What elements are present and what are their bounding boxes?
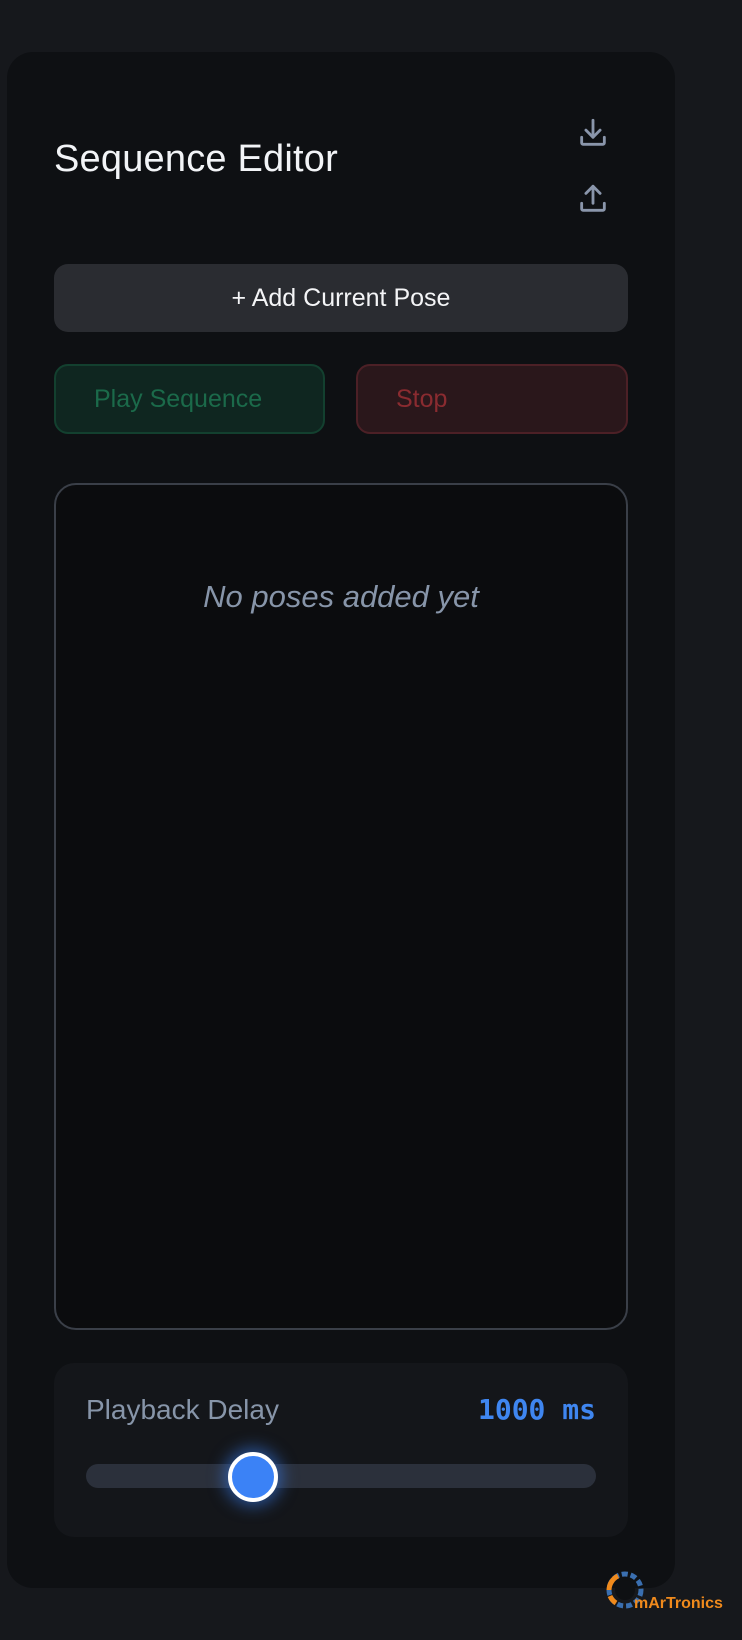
pose-list: No poses added yet xyxy=(54,483,628,1330)
sequence-editor-panel: Sequence Editor + Add Current Pose Play … xyxy=(7,52,675,1588)
playback-delay-slider-thumb[interactable] xyxy=(228,1452,279,1502)
brand-logo: mArTronics xyxy=(600,1565,740,1625)
playback-delay-slider-track[interactable] xyxy=(86,1464,596,1488)
add-current-pose-button[interactable]: + Add Current Pose xyxy=(54,264,628,332)
empty-pose-message: No poses added yet xyxy=(203,579,479,614)
playback-delay-card: Playback Delay 1000 ms xyxy=(54,1363,628,1537)
brand-name: mArTronics xyxy=(634,1595,723,1612)
upload-icon xyxy=(580,184,606,212)
stop-button[interactable]: Stop xyxy=(356,364,628,434)
playback-delay-value: 1000 ms xyxy=(477,1393,596,1426)
download-button[interactable] xyxy=(569,109,617,157)
playback-delay-label: Playback Delay xyxy=(86,1394,279,1425)
upload-button[interactable] xyxy=(569,175,617,223)
download-icon xyxy=(580,118,606,146)
panel-title: Sequence Editor xyxy=(54,138,338,180)
play-sequence-button[interactable]: Play Sequence xyxy=(54,364,325,434)
